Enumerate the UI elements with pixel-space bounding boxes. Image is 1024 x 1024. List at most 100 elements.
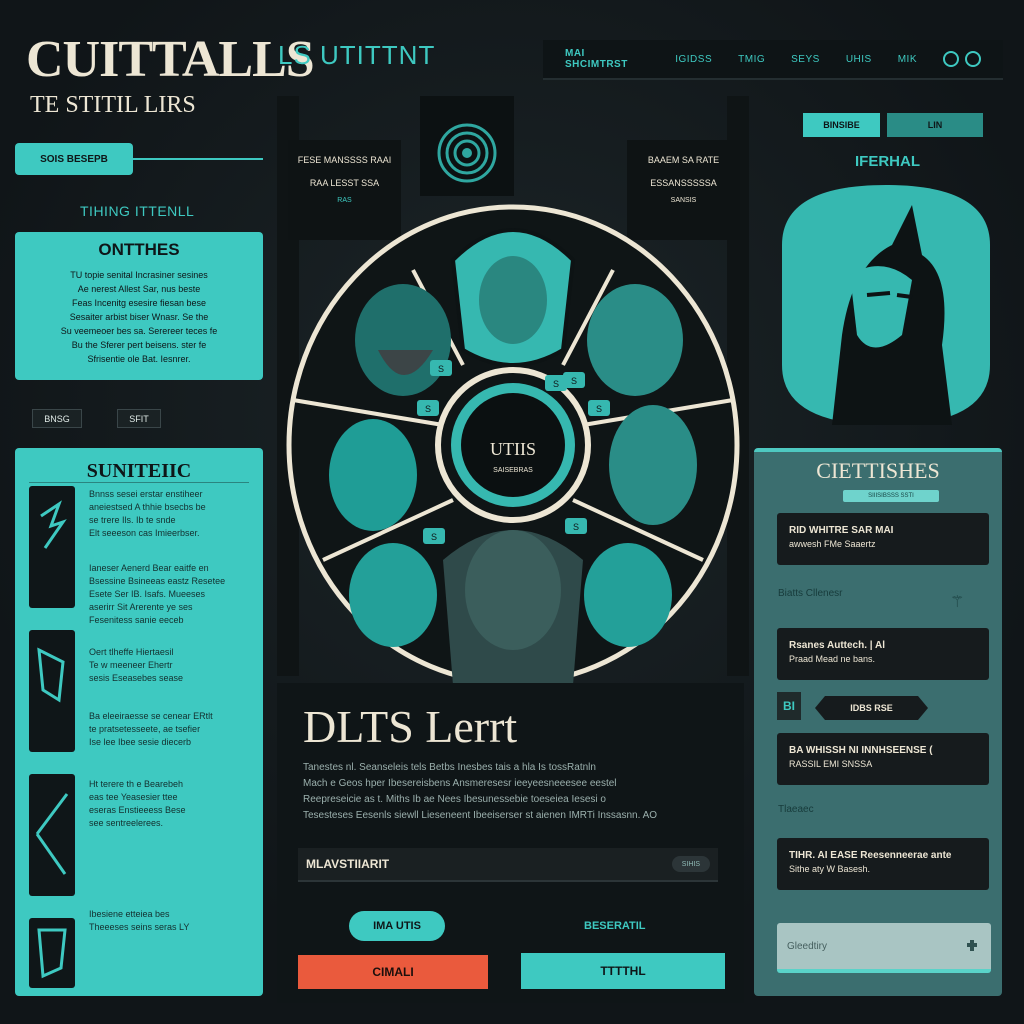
portrait-face-icon[interactable] bbox=[349, 543, 437, 647]
wheel-badge[interactable]: S bbox=[431, 532, 437, 542]
nav-item-6[interactable]: MIK bbox=[898, 54, 917, 65]
center-link[interactable]: BESERATIL bbox=[584, 920, 646, 932]
right-top-button[interactable]: BINSIBE bbox=[803, 113, 880, 137]
entry-line: te pratsetesseete, ae tsefier bbox=[89, 724, 201, 734]
divider bbox=[133, 158, 263, 160]
card-line: RASSIL EMI SNSSA bbox=[789, 759, 873, 769]
info-card[interactable]: RID WHITRE SAR MAI awwesh FMe Saaertz bbox=[777, 513, 989, 565]
info-card[interactable]: Rsanes Auttech. | Al Praad Mead ne bans. bbox=[777, 628, 989, 680]
character-wheel: UTIIS SAISEBRAS S S S S S S S bbox=[286, 204, 740, 686]
panel-title: DLTS Lerrt bbox=[303, 701, 518, 752]
wheel-badge[interactable]: S bbox=[571, 376, 577, 386]
nav-item-3[interactable]: TMIG bbox=[738, 54, 765, 65]
search-field[interactable] bbox=[777, 923, 991, 973]
entry-line: Te w meeneer Ehertr bbox=[89, 660, 173, 670]
villain-portrait bbox=[782, 185, 990, 425]
entry-line: sesis Eseasebes sease bbox=[89, 673, 184, 683]
tag-button[interactable]: BNSG bbox=[32, 409, 82, 428]
card-line: Praad Mead ne bans. bbox=[789, 654, 876, 664]
entry-line: Ise lee Ibee sesie diecerb bbox=[89, 737, 192, 747]
teal-action-button[interactable]: TTTTHL bbox=[521, 953, 725, 989]
arrow-chip[interactable]: IDBS RSE bbox=[815, 696, 928, 720]
panel-body: Tanestes nl. Seanseleis tels Betbs Inesb… bbox=[303, 760, 721, 824]
wheel-badge[interactable]: S bbox=[573, 522, 579, 532]
spiral-emblem-icon bbox=[437, 123, 497, 183]
banner-line: BAAEM SA RATE bbox=[647, 155, 720, 165]
circle-toggle-icon[interactable] bbox=[943, 51, 959, 67]
info-card[interactable]: TIHR. AI EASE Reesenneerae ante Sithe at… bbox=[777, 838, 989, 890]
info-card[interactable]: BA WHISSH NI INNHSEENSE ( RASSIL EMI SNS… bbox=[777, 733, 989, 785]
emblem-strip bbox=[420, 96, 514, 196]
shield-icon bbox=[29, 918, 75, 988]
section-label: Tlaeaec bbox=[778, 804, 814, 815]
info-line: Sesaiter arbist biser Wnasr. Se the bbox=[69, 312, 209, 322]
info-card-body: TU topie senital Incrasiner sesines Ae n… bbox=[31, 268, 247, 366]
brand-title: CUITTALLS bbox=[26, 31, 315, 88]
panel-line: Tesesteses Eesenls siewll Lieseneent Ibe… bbox=[303, 810, 658, 821]
panel-line: Mach e Geos hper Ibesereisbens Ansmerese… bbox=[303, 778, 617, 789]
entry-line: Bnnss sesei erstar enstiheer bbox=[89, 489, 203, 499]
divider bbox=[29, 482, 249, 483]
wheel-badge[interactable]: S bbox=[596, 404, 602, 414]
portrait-face-icon[interactable] bbox=[355, 284, 451, 396]
card-line: awwesh FMe Saaertz bbox=[789, 539, 876, 549]
tag-button[interactable]: SFIT bbox=[117, 409, 161, 428]
info-line: Sfrisentie ole Bat. Iesnrer. bbox=[87, 354, 191, 364]
brand-tagline: LS UTITTNT bbox=[278, 40, 436, 70]
orange-action-button[interactable]: CIMALI bbox=[298, 955, 488, 989]
card-line: TIHR. AI EASE Reesenneerae ante bbox=[789, 850, 952, 861]
banner-line: FESE MANSSSS RAAI bbox=[297, 155, 392, 165]
portrait-face-icon[interactable] bbox=[329, 419, 417, 531]
nav-item-4[interactable]: SEYS bbox=[791, 54, 820, 65]
info-card: ONTTHES TU topie senital Incrasiner sesi… bbox=[15, 232, 263, 380]
portrait-face-icon[interactable] bbox=[450, 228, 576, 367]
card-line: BA WHISSH NI INNHSEENSE ( bbox=[789, 745, 933, 756]
nav-item-5[interactable]: UHIS bbox=[846, 54, 872, 65]
info-card-title: ONTTHES bbox=[98, 240, 180, 259]
info-line: TU topie senital Incrasiner sesines bbox=[70, 270, 208, 280]
entries-card: SUNITEIIC Bnnss sesei erstar enstiheer a… bbox=[15, 448, 263, 996]
top-navigation: MAI SHCIMTRST IGIDSS TMIG SEYS UHIS MIK bbox=[543, 40, 1003, 80]
puzzle-icon[interactable] bbox=[963, 937, 981, 955]
wheel-badge[interactable]: S bbox=[553, 379, 559, 389]
info-line: Ae nerest Allest Sar, nus beste bbox=[77, 284, 201, 294]
panel-line: Reepreseicie as t. Miths Ib ae Nees Ibes… bbox=[303, 794, 606, 805]
nav-item-1[interactable]: MAI SHCIMTRST bbox=[565, 48, 649, 70]
section-pill-button[interactable]: SOIS BESEPB bbox=[15, 143, 133, 175]
panel-line: Tanestes nl. Seanseleis tels Betbs Inesb… bbox=[303, 762, 596, 773]
entry-line: Ianeser Aenerd Bear eaitfe en bbox=[89, 563, 209, 573]
entry-line: eseras Enstieeess Bese bbox=[89, 805, 186, 815]
nav-item-2[interactable]: IGIDSS bbox=[675, 54, 712, 65]
entry-text: Ba eleeiraesse se cenear ERtlt te pratse… bbox=[89, 710, 257, 749]
card-line: Rsanes Auttech. | Al bbox=[789, 640, 885, 651]
entries-card-title: SUNITEIIC bbox=[86, 460, 192, 482]
entry-line: aneiestsed A thhie bsecbs be bbox=[89, 502, 206, 512]
circle-toggle-icon[interactable] bbox=[965, 51, 981, 67]
right-top-button[interactable]: LIN bbox=[887, 113, 983, 137]
info-line: Feas Incenitg esesire fiesan bese bbox=[71, 298, 207, 308]
mini-button[interactable]: BI bbox=[777, 692, 801, 720]
portrait-face-icon[interactable] bbox=[587, 284, 683, 396]
entry-line: Esete Ser IB. Isafs. Mueeses bbox=[89, 589, 206, 599]
entry-line: Elt seeeson cas Imieerbser. bbox=[89, 528, 200, 538]
entry-text: Ibesiene etteiea bes Theeeses seins sera… bbox=[89, 908, 257, 934]
panel-bar: MLAVSTIIARIT SIHIS bbox=[298, 848, 718, 882]
entry-text: Ht terere th e Bearebeh eas tee Yeasesie… bbox=[89, 778, 257, 830]
wheel-center-title: UTIIS bbox=[490, 439, 536, 459]
portrait-face-icon[interactable] bbox=[443, 530, 583, 685]
portrait-face-icon[interactable] bbox=[609, 405, 697, 525]
entry-line: Oert tlheffe Hiertaesil bbox=[89, 647, 174, 657]
left-heading: TIHING ITTENLL bbox=[80, 203, 195, 219]
wheel-badge[interactable]: S bbox=[438, 364, 444, 374]
search-input[interactable] bbox=[787, 940, 963, 952]
right-panel-chip: SIIISIBSSS SSTI bbox=[843, 490, 939, 502]
portrait-face-icon[interactable] bbox=[584, 543, 672, 647]
pill-button[interactable]: IMA UTIS bbox=[349, 911, 445, 941]
scroll-icon bbox=[29, 630, 75, 752]
entry-line: Fesenitess sanie eeceb bbox=[89, 615, 184, 625]
bar-label: MLAVSTIIARIT bbox=[306, 857, 390, 871]
wheel-badge[interactable]: S bbox=[425, 404, 431, 414]
bar-chip[interactable]: SIHIS bbox=[671, 856, 710, 872]
rune-icon bbox=[29, 486, 75, 608]
entry-text: Ianeser Aenerd Bear eaitfe en Bsessine B… bbox=[89, 562, 257, 627]
